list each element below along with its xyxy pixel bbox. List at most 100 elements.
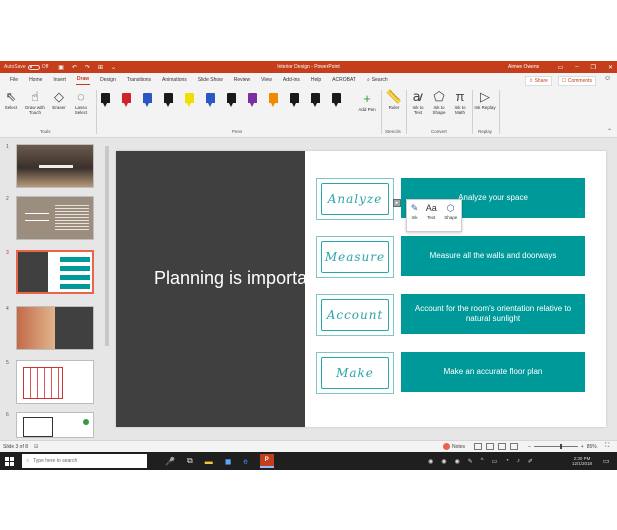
- tab-review[interactable]: Review: [233, 75, 251, 85]
- taskbar-clock[interactable]: 2:30 PM 12/1/2018: [572, 456, 592, 466]
- zoom-level[interactable]: 85%: [587, 444, 597, 450]
- slide-thumbnail-2[interactable]: [16, 196, 94, 240]
- presenter-icon[interactable]: ⊞: [98, 64, 103, 71]
- redo-icon[interactable]: ↷: [85, 64, 90, 71]
- windows-start-icon[interactable]: [5, 456, 14, 466]
- ink-to-math-button[interactable]: π Ink to Math: [450, 90, 470, 116]
- ink-drawing-make[interactable]: Make: [316, 352, 394, 394]
- pen-9-icon[interactable]: [269, 93, 278, 113]
- ink-drawing-measure[interactable]: Measure: [316, 236, 394, 278]
- pen-11-icon[interactable]: [311, 93, 320, 113]
- minimize-icon[interactable]: –: [575, 64, 578, 71]
- tab-acrobat[interactable]: ACROBAT: [331, 75, 357, 85]
- close-icon[interactable]: ✕: [608, 64, 613, 71]
- thumbnails-scrollbar[interactable]: [104, 138, 110, 440]
- text-box-account[interactable]: Account for the room's orientation relat…: [401, 294, 585, 334]
- network-icon[interactable]: ◔: [505, 458, 509, 464]
- ribbon-display-icon[interactable]: ▭: [558, 64, 564, 71]
- tab-view[interactable]: View: [260, 75, 273, 85]
- ink-workspace-icon[interactable]: ✐: [528, 458, 533, 465]
- tell-me-search[interactable]: ⌕ Search: [367, 77, 388, 83]
- store-icon[interactable]: ◼: [225, 457, 232, 466]
- fit-to-window-icon[interactable]: ⛶: [605, 443, 609, 450]
- select-button[interactable]: ⇖ Select: [2, 90, 20, 111]
- ink-replay-button[interactable]: ▷ Ink Replay: [474, 90, 496, 111]
- powerpoint-taskbar-icon[interactable]: P: [259, 454, 274, 468]
- text-option[interactable]: Aa Text: [426, 203, 437, 231]
- battery-icon[interactable]: ▭: [492, 458, 498, 465]
- avatar-icon[interactable]: ◉: [441, 458, 446, 465]
- pen-2-icon[interactable]: [122, 93, 131, 113]
- pen-1-icon[interactable]: [101, 93, 110, 113]
- ink-convert-handle-icon[interactable]: ▸: [393, 199, 401, 207]
- slide-thumbnail-5[interactable]: [16, 360, 94, 404]
- slideshow-icon[interactable]: [510, 443, 518, 450]
- ink-to-shape-button[interactable]: ⬠ Ink to Shape: [429, 90, 449, 116]
- people-icon[interactable]: ◉: [428, 458, 433, 465]
- slide-thumbnail-1[interactable]: [16, 144, 94, 188]
- slide-sorter-icon[interactable]: [486, 443, 494, 450]
- notes-button[interactable]: Notes: [443, 443, 465, 450]
- ruler-button[interactable]: 📏 Ruler: [384, 90, 404, 111]
- normal-view-icon[interactable]: [474, 443, 482, 450]
- autosave-toggle[interactable]: AutoSave Off: [4, 64, 48, 70]
- pen-3-icon[interactable]: [143, 93, 152, 113]
- zoom-slider[interactable]: [533, 444, 578, 449]
- undo-icon[interactable]: ↶: [72, 64, 77, 71]
- volume-icon[interactable]: ♪: [517, 458, 520, 464]
- task-view-icon[interactable]: ⧉: [187, 456, 193, 466]
- tab-add-ins[interactable]: Add-ins: [282, 75, 301, 85]
- ink-drawing-account[interactable]: Account: [316, 294, 394, 336]
- pen-6-icon[interactable]: [206, 93, 215, 113]
- spelling-icon[interactable]: ☑: [34, 444, 38, 450]
- maximize-icon[interactable]: ❐: [591, 64, 596, 71]
- pen-5-icon[interactable]: [185, 93, 194, 113]
- pen-workspace-icon[interactable]: ✎: [468, 458, 473, 465]
- slide-thumbnail-4[interactable]: [16, 306, 94, 350]
- add-pen-button[interactable]: + Add Pen: [356, 92, 378, 113]
- draw-with-touch-button[interactable]: ☝ Draw with Touch: [22, 90, 48, 116]
- file-explorer-icon[interactable]: ▬: [205, 457, 213, 466]
- zoom-out-icon[interactable]: –: [528, 444, 531, 450]
- lasso-select-button[interactable]: ◌ Lasso Select: [70, 90, 92, 116]
- customize-qat-icon[interactable]: ⌄: [111, 64, 116, 71]
- avatar-icon[interactable]: ◉: [455, 458, 460, 465]
- tab-home[interactable]: Home: [28, 75, 43, 85]
- feedback-smiley-icon[interactable]: ☺: [604, 75, 611, 82]
- show-hidden-icon[interactable]: ^: [481, 458, 484, 464]
- text-box-make[interactable]: Make an accurate floor plan: [401, 352, 585, 392]
- tab-file[interactable]: File: [9, 75, 19, 85]
- edge-icon[interactable]: e: [243, 457, 247, 466]
- microphone-icon[interactable]: 🎤: [165, 457, 175, 466]
- slide-thumbnail-3[interactable]: [16, 250, 94, 294]
- tab-transitions[interactable]: Transitions: [126, 75, 152, 85]
- user-name[interactable]: Aimee Owens: [508, 64, 539, 70]
- slide-thumbnail-6[interactable]: [16, 412, 94, 438]
- pen-4-icon[interactable]: [164, 93, 173, 113]
- current-slide[interactable]: Planning is important Analyze Measure Ac…: [116, 151, 606, 427]
- tab-help[interactable]: Help: [310, 75, 322, 85]
- share-button[interactable]: ⇪ Share: [525, 76, 552, 86]
- tab-insert[interactable]: Insert: [52, 75, 67, 85]
- tab-design[interactable]: Design: [99, 75, 117, 85]
- reading-view-icon[interactable]: [498, 443, 506, 450]
- tab-slide-show[interactable]: Slide Show: [197, 75, 224, 85]
- scroll-thumb[interactable]: [105, 146, 109, 346]
- collapse-ribbon-icon[interactable]: ⌃: [607, 128, 612, 135]
- tab-draw[interactable]: Draw: [75, 74, 91, 85]
- slide-title[interactable]: Planning is important: [154, 267, 322, 289]
- eraser-button[interactable]: ◇ Eraser: [50, 90, 68, 111]
- pen-8-icon[interactable]: [248, 93, 257, 113]
- text-box-measure[interactable]: Measure all the walls and doorways: [401, 236, 585, 276]
- action-center-icon[interactable]: ▭: [603, 457, 610, 465]
- ink-to-text-button[interactable]: ꜹ Ink to Text: [408, 90, 428, 116]
- pen-12-icon[interactable]: [332, 93, 341, 113]
- comments-button[interactable]: ☐ Comments: [558, 76, 597, 86]
- shape-option[interactable]: ⬡ Shape: [444, 203, 457, 231]
- ink-option[interactable]: ✎ Ink: [411, 203, 419, 231]
- tab-animations[interactable]: Animations: [161, 75, 188, 85]
- zoom-in-icon[interactable]: +: [581, 444, 584, 450]
- pen-10-icon[interactable]: [290, 93, 299, 113]
- taskbar-search[interactable]: ○ Type here to search: [22, 454, 147, 468]
- save-icon[interactable]: ▣: [58, 64, 64, 71]
